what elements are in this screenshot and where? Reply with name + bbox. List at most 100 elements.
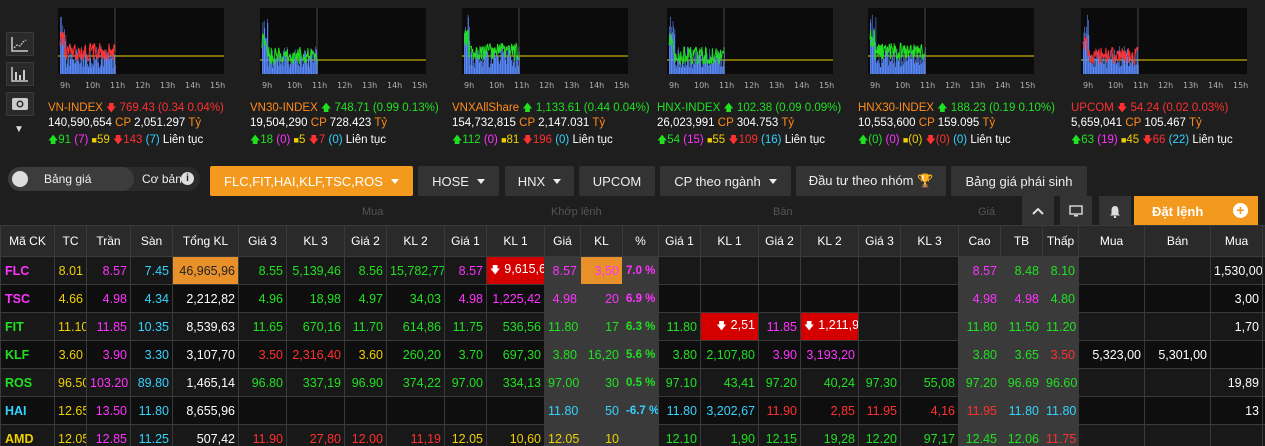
table-cell[interactable]: [700, 256, 759, 285]
table-cell[interactable]: 8.57: [444, 256, 487, 285]
stock-symbol[interactable]: FIT: [0, 312, 55, 341]
table-cell[interactable]: 11.90: [758, 396, 801, 425]
table-cell[interactable]: 11,19: [386, 424, 445, 446]
tab-upcom[interactable]: UPCOM: [579, 166, 655, 196]
table-cell[interactable]: 40,24: [800, 368, 859, 397]
column-header[interactable]: KL: [580, 225, 623, 257]
table-cell[interactable]: [758, 256, 801, 285]
table-cell[interactable]: 34,03: [386, 284, 445, 313]
table-cell[interactable]: 55,08: [900, 368, 959, 397]
column-header[interactable]: Mua: [1078, 225, 1145, 257]
table-cell[interactable]: 7.0 %: [622, 256, 659, 285]
table-cell[interactable]: 8.57: [544, 256, 581, 285]
table-cell[interactable]: 8.55: [238, 256, 287, 285]
table-cell[interactable]: 3.70: [444, 340, 487, 369]
column-header[interactable]: Giá: [544, 225, 581, 257]
tab-by-sector[interactable]: CP theo ngành: [660, 166, 791, 196]
column-header[interactable]: KL 3: [286, 225, 345, 257]
table-cell[interactable]: 12.15: [758, 424, 801, 446]
table-cell[interactable]: 12.05: [444, 424, 487, 446]
tab-group-investment[interactable]: Đầu tư theo nhóm 🏆: [796, 166, 946, 196]
table-cell[interactable]: 2,107,80: [700, 340, 759, 369]
table-cell[interactable]: 17: [580, 312, 623, 341]
table-cell[interactable]: 10,60: [486, 424, 545, 446]
table-cell[interactable]: 374,22: [386, 368, 445, 397]
stock-symbol[interactable]: TSC: [0, 284, 55, 313]
table-cell[interactable]: [800, 284, 859, 313]
table-cell[interactable]: [858, 256, 901, 285]
table-cell[interactable]: 2,85: [800, 396, 859, 425]
table-cell[interactable]: 50: [580, 396, 623, 425]
monitor-button[interactable]: [1060, 196, 1092, 226]
column-header[interactable]: KL 3: [900, 225, 959, 257]
index-panel[interactable]: 9h 10h 11h 12h 13h 14h 15h HNX-INDEX 🡅 102.38 …: [657, 4, 857, 150]
table-cell[interactable]: [858, 284, 901, 313]
tab-hose[interactable]: HOSE: [418, 166, 499, 196]
table-cell[interactable]: 3.50: [238, 340, 287, 369]
table-cell[interactable]: [858, 312, 901, 341]
table-cell[interactable]: 3.80: [658, 340, 701, 369]
table-cell[interactable]: 8.56: [344, 256, 387, 285]
table-cell[interactable]: 1,90: [700, 424, 759, 446]
table-cell[interactable]: [800, 256, 859, 285]
stock-symbol[interactable]: AMD: [0, 424, 55, 446]
index-panel[interactable]: 9h 10h 11h 12h 13h 14h 15h UPCOM 🡇 54.24 (0.02…: [1071, 4, 1265, 150]
table-cell[interactable]: -6.7 %: [622, 396, 659, 425]
index-sparkline-chart[interactable]: [260, 8, 426, 74]
toggle-knob[interactable]: [12, 171, 28, 187]
table-cell[interactable]: 6.3 %: [622, 312, 659, 341]
column-header[interactable]: Tổng KL: [172, 225, 239, 257]
table-cell[interactable]: 4,16: [900, 396, 959, 425]
table-cell[interactable]: 4.96: [238, 284, 287, 313]
column-header[interactable]: Giá 2: [758, 225, 801, 257]
table-cell[interactable]: 12.05: [544, 424, 581, 446]
table-cell[interactable]: 11.85: [758, 312, 801, 341]
stock-symbol[interactable]: HAI: [0, 396, 55, 425]
table-cell[interactable]: 536,56: [486, 312, 545, 341]
table-cell[interactable]: 334,13: [486, 368, 545, 397]
table-cell[interactable]: 5,139,46: [286, 256, 345, 285]
table-cell[interactable]: [286, 396, 345, 425]
table-cell[interactable]: 11.65: [238, 312, 287, 341]
table-cell[interactable]: [758, 284, 801, 313]
table-row[interactable]: HAI 12.65 13.50 11.80 8,655,96 11.80 50 -6.7 % 1…: [0, 396, 1265, 425]
chevron-down-icon[interactable]: ▼: [14, 124, 24, 135]
index-sparkline-chart[interactable]: [667, 8, 833, 74]
table-cell[interactable]: 97.00: [444, 368, 487, 397]
bar-chart-icon[interactable]: [6, 62, 34, 86]
table-cell[interactable]: 12.00: [344, 424, 387, 446]
view-mode-toggle[interactable]: Bảng giá Cơ bản i: [8, 167, 200, 191]
snapshot-icon[interactable]: [6, 92, 34, 116]
toggle-label-basic[interactable]: Cơ bản: [142, 172, 182, 186]
table-cell[interactable]: 1,225,42: [486, 284, 545, 313]
column-header[interactable]: Trần: [86, 225, 131, 257]
table-cell[interactable]: 3.60: [344, 340, 387, 369]
table-cell[interactable]: 11.80: [658, 312, 701, 341]
table-cell[interactable]: 697,30: [486, 340, 545, 369]
table-cell[interactable]: 97,17: [900, 424, 959, 446]
table-cell[interactable]: 11.90: [238, 424, 287, 446]
column-header[interactable]: KL 1: [486, 225, 545, 257]
table-cell[interactable]: 11.95: [858, 396, 901, 425]
table-cell[interactable]: [900, 256, 959, 285]
table-cell[interactable]: 4.97: [344, 284, 387, 313]
collapse-button[interactable]: [1022, 196, 1054, 226]
column-header[interactable]: KL 2: [386, 225, 445, 257]
table-cell[interactable]: [622, 424, 659, 446]
table-cell[interactable]: 🡇 2,51: [700, 312, 759, 341]
table-cell[interactable]: 614,86: [386, 312, 445, 341]
table-cell[interactable]: 11.80: [544, 396, 581, 425]
tab-derivatives[interactable]: Bảng giá phái sinh: [951, 166, 1087, 196]
table-cell[interactable]: 4.98: [544, 284, 581, 313]
column-header[interactable]: KL 2: [800, 225, 859, 257]
index-sparkline-chart[interactable]: [868, 8, 1034, 74]
table-cell[interactable]: 3.90: [758, 340, 801, 369]
table-cell[interactable]: 337,19: [286, 368, 345, 397]
table-cell[interactable]: 97.10: [658, 368, 701, 397]
tab-hnx[interactable]: HNX: [505, 166, 574, 196]
stock-symbol[interactable]: FLC: [0, 256, 55, 285]
table-row[interactable]: FLC 8.01 8.57 7.45 46,965,96 8.55 5,139,46 8.56…: [0, 256, 1265, 285]
table-cell[interactable]: [900, 284, 959, 313]
table-cell[interactable]: 12.20: [858, 424, 901, 446]
table-cell[interactable]: 15,782,77: [386, 256, 445, 285]
